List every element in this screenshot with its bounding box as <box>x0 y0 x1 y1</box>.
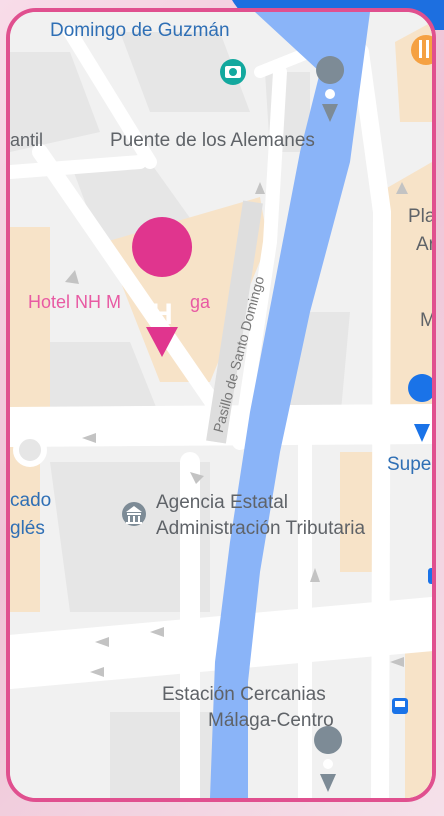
label-hotel-nh-suffix: ga <box>190 292 211 312</box>
label-pla: Pla <box>408 206 436 227</box>
label-ar: Ar <box>416 234 435 255</box>
bus-icon <box>392 698 408 714</box>
bus-icon-edge <box>428 568 432 584</box>
label-agencia-estatal: Agencia Estatal <box>156 492 289 513</box>
government-building-icon <box>122 502 146 526</box>
label-estacion-cercanias: Estación Cercanias <box>162 684 326 705</box>
label-domingo-de-guzman: Domingo de Guzmán <box>50 20 230 41</box>
label-super: Supe <box>387 454 432 475</box>
label-cado: cado <box>10 490 52 511</box>
label-administracion-tributaria: Administración Tributaria <box>156 518 366 539</box>
screen: H Domingo de Guzmán antil Puente de los … <box>0 0 444 816</box>
hotel-pin-letter: H <box>151 298 173 331</box>
label-hotel-nh: Hotel NH M <box>28 292 122 312</box>
label-puente-de-los-alemanes: Puente de los Alemanes <box>110 130 315 151</box>
map-frame[interactable]: H Domingo de Guzmán antil Puente de los … <box>6 8 436 802</box>
label-antil: antil <box>10 130 44 150</box>
label-gles: glés <box>10 518 45 539</box>
camera-icon <box>220 59 246 85</box>
label-malaga-centro: Málaga-Centro <box>208 710 334 731</box>
roundabout <box>13 433 47 467</box>
label-m: M <box>420 310 436 331</box>
